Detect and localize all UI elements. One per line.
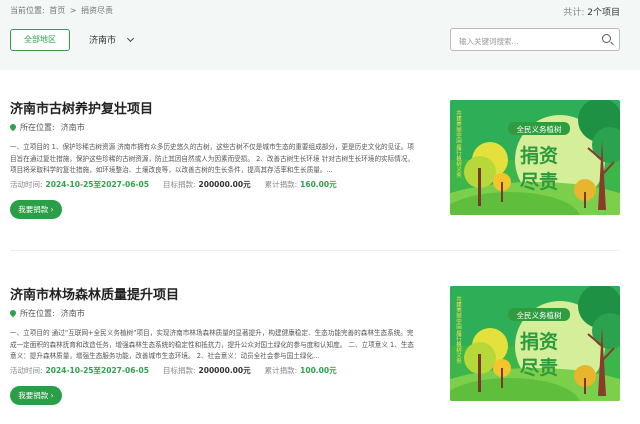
location-value: 济南市 [60, 123, 85, 132]
donate-button[interactable]: 我要捐款 › [10, 200, 62, 219]
project-banner-image[interactable]: 全民义务植树 捐资 尽责 共建美丽中国 履行植树义务 [450, 100, 620, 215]
city-dropdown[interactable]: 济南市 [89, 33, 135, 46]
project-total: 共计: 2个项目 [563, 5, 620, 18]
breadcrumb-home-link[interactable]: 首页 [49, 6, 65, 15]
goal-value: 200000.00元 [198, 366, 251, 375]
banner-line2: 尽责 [520, 170, 558, 193]
location-value: 济南市 [60, 309, 85, 318]
project-banner-image[interactable]: 全民义务植树 捐资 尽责 共建美丽中国 履行植树义务 [450, 286, 620, 401]
project-card: 济南市古树养护复壮项目 所在位置: 济南市 一、立项目的 1、保护珍稀古树资源 济… [0, 90, 640, 250]
breadcrumb-prefix: 当前位置: [10, 6, 45, 15]
search-input[interactable] [451, 31, 591, 52]
search-box [450, 28, 620, 52]
filter-header: 当前位置: 首页 > 捐资尽责 共计: 2个项目 全部地区 济南市 [0, 0, 640, 70]
banner-tag-text: 全民义务植树 [517, 124, 562, 134]
project-location: 所在位置: 济南市 [8, 308, 85, 319]
period-label: 活动时间: [10, 180, 43, 189]
project-card: 济南市林场森林质量提升项目 所在位置: 济南市 一、立项目的 通过“互联网+全民义… [0, 276, 640, 424]
banner-line1: 捐资 [520, 330, 558, 353]
tree-planting-banner-illustration: 全民义务植树 捐资 尽责 共建美丽中国 履行植树义务 [450, 100, 620, 215]
chevron-down-icon [126, 34, 135, 43]
banner-line2: 尽责 [520, 356, 558, 379]
card-divider [10, 250, 620, 251]
project-title[interactable]: 济南市林场森林质量提升项目 [10, 284, 179, 303]
period-label: 活动时间: [10, 366, 43, 375]
project-location: 所在位置: 济南市 [8, 122, 85, 133]
breadcrumb-separator: > [69, 6, 77, 15]
banner-side-text: 共建美丽中国 履行植树义务 [455, 109, 462, 179]
donate-button[interactable]: 我要捐款 › [10, 386, 62, 405]
project-stats: 活动时间: 2024-10-25至2027-06-05 目标捐款: 200000.00… [10, 365, 337, 376]
location-pin-icon [8, 308, 18, 318]
banner-tag-text: 全民义务植树 [517, 310, 562, 320]
period-value: 2024-10-25至2027-06-05 [45, 180, 149, 189]
raised-label: 累计捐款: [264, 366, 298, 375]
project-title[interactable]: 济南市古树养护复壮项目 [10, 98, 153, 117]
banner-line1: 捐资 [520, 144, 558, 167]
goal-label: 目标捐款: [162, 180, 196, 189]
raised-value: 100.00元 [300, 366, 337, 375]
goal-value: 200000.00元 [198, 180, 251, 189]
location-label: 所在位置: [20, 123, 55, 132]
project-stats: 活动时间: 2024-10-25至2027-06-05 目标捐款: 200000.00… [10, 179, 337, 190]
city-dropdown-value: 济南市 [89, 36, 117, 46]
total-count: 2个项目 [587, 8, 620, 18]
breadcrumb-current: 捐资尽责 [81, 6, 114, 15]
location-pin-icon [8, 122, 18, 132]
breadcrumb: 当前位置: 首页 > 捐资尽责 [10, 5, 115, 16]
raised-label: 累计捐款: [264, 180, 298, 189]
period-value: 2024-10-25至2027-06-05 [45, 366, 149, 375]
goal-label: 目标捐款: [162, 366, 196, 375]
project-description: 一、立项目的 通过“互联网+全民义务植树”项目，实现济南市林场森林质量的显著提升… [10, 329, 415, 360]
project-description: 一、立项目的 1、保护珍稀古树资源 济南市拥有众多历史悠久的古树，这些古树不仅是… [10, 143, 415, 174]
search-icon[interactable] [602, 34, 611, 43]
location-label: 所在位置: [20, 309, 55, 318]
total-label: 共计: [563, 8, 585, 18]
all-regions-button[interactable]: 全部地区 [10, 29, 70, 51]
raised-value: 160.00元 [300, 180, 337, 189]
tree-planting-banner-illustration: 全民义务植树 捐资 尽责 共建美丽中国 履行植树义务 [450, 286, 620, 401]
banner-side-text: 共建美丽中国 履行植树义务 [455, 295, 462, 365]
